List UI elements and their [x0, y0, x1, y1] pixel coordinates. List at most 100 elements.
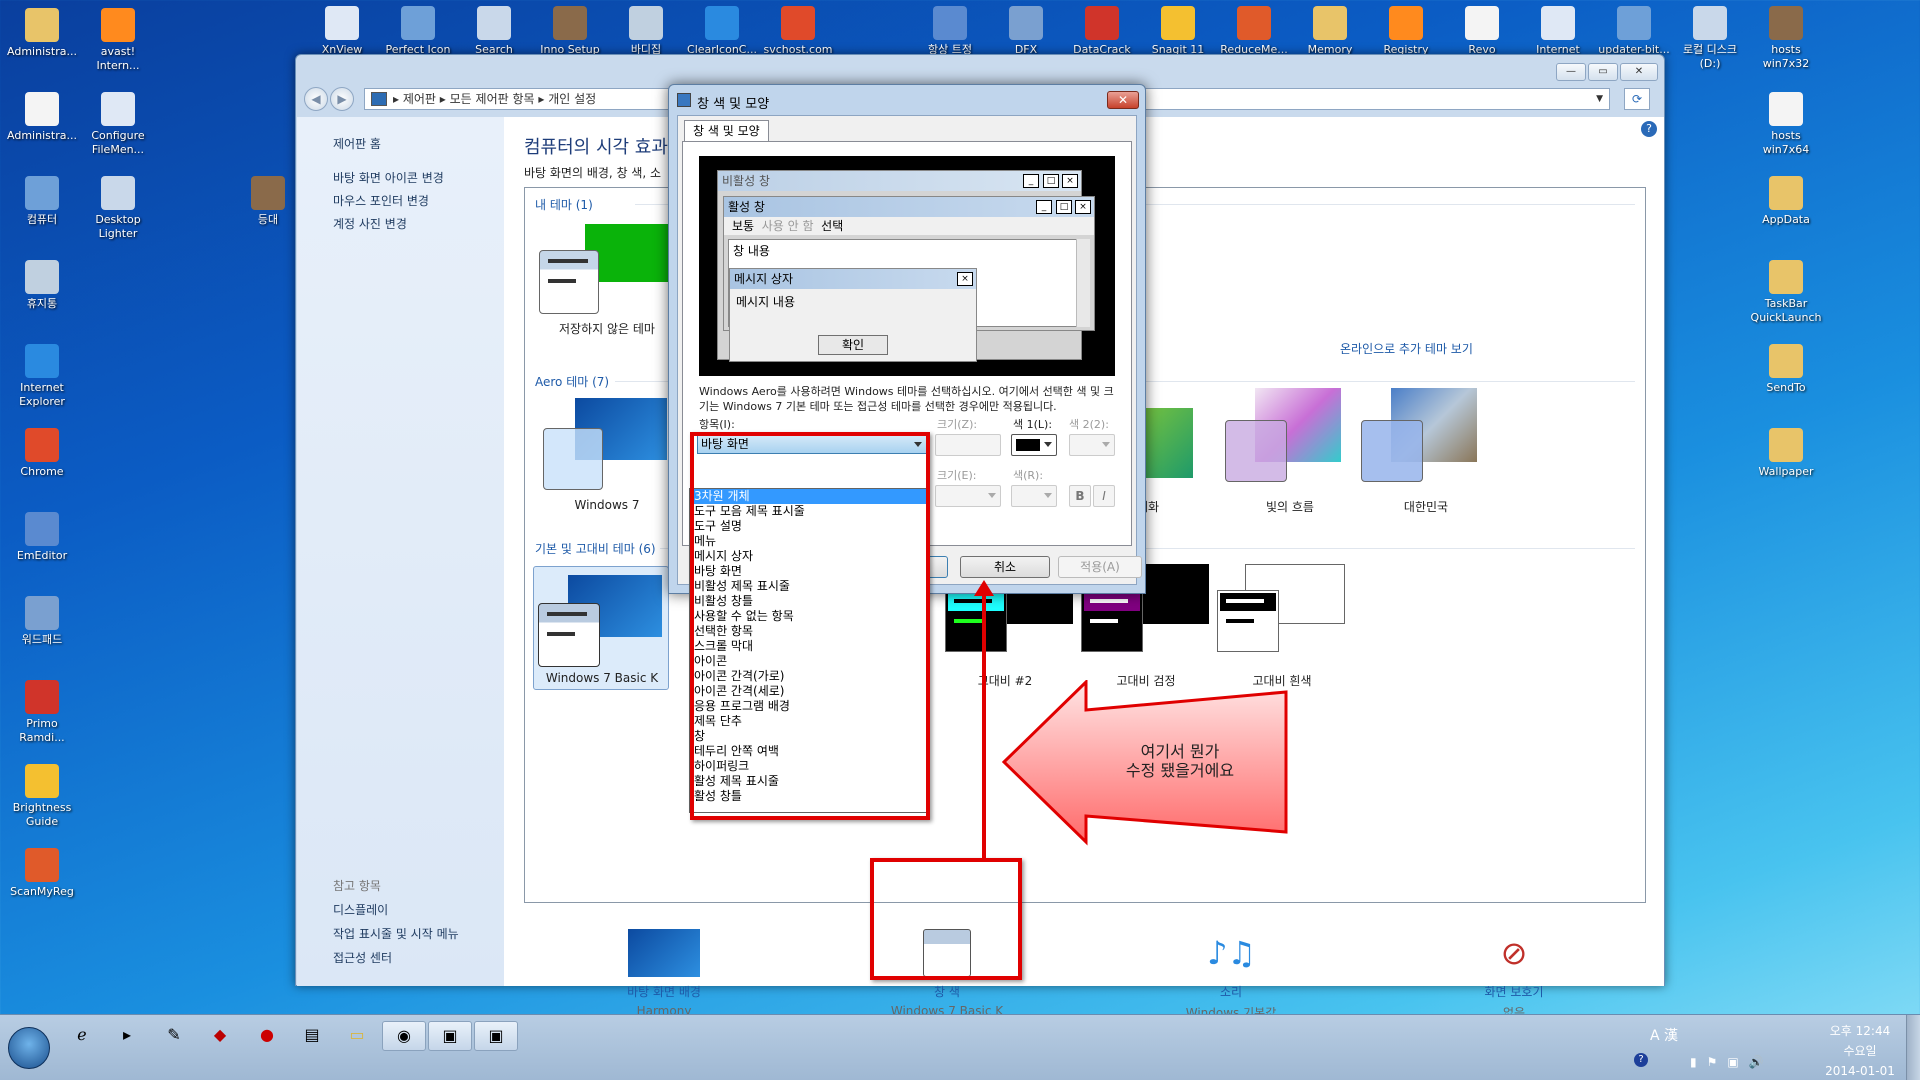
desktop-icon[interactable]: Primo Ramdi... [0, 680, 84, 745]
dropdown-option[interactable]: 3차원 개체 [690, 489, 926, 504]
dropdown-option[interactable]: 스크롤 막대 [690, 639, 926, 654]
desktop-icon[interactable]: SendTo [1744, 344, 1828, 395]
desktop-icon[interactable]: Memory [1288, 6, 1372, 57]
font-color-picker[interactable] [1011, 485, 1057, 507]
theme-hc-white[interactable]: 고대비 흰색 [1217, 564, 1347, 688]
desktop-icon[interactable]: DFX [984, 6, 1068, 57]
desktop-icon[interactable]: Revo [1440, 6, 1524, 57]
desktop-icon[interactable]: avast! Intern... [76, 8, 160, 73]
apply-button[interactable]: 적용(A) [1058, 556, 1142, 578]
dialog-close-button[interactable]: ✕ [1107, 91, 1139, 109]
desktop-icon[interactable]: ClearIconC... [680, 6, 764, 57]
desktop-icon[interactable]: updater-bit... [1592, 6, 1676, 57]
taskbar-explorer-icon[interactable]: ▭ [335, 1021, 379, 1051]
breadcrumb-item[interactable]: 모든 제어판 항목 [450, 92, 535, 106]
chevron-down-icon[interactable]: ▼ [1596, 89, 1603, 109]
desktop-icon[interactable]: Administra... [0, 8, 84, 59]
color2-picker[interactable] [1069, 434, 1115, 456]
close-button[interactable]: ✕ [1620, 63, 1658, 81]
dropdown-option[interactable]: 활성 제목 표시줄 [690, 774, 926, 789]
help-icon[interactable]: ? [1634, 1053, 1648, 1067]
desktop-icon[interactable]: Brightness Guide [0, 764, 84, 829]
desktop-icon[interactable]: Wallpaper [1744, 428, 1828, 479]
help-icon[interactable]: ? [1641, 121, 1657, 137]
desktop-icon[interactable]: Internet Explorer [0, 344, 84, 409]
desktop-icon[interactable]: Chrome [0, 428, 84, 479]
dropdown-option[interactable]: 아이콘 간격(가로) [690, 669, 926, 684]
taskbar-rdp-icon[interactable]: ▣ [428, 1021, 472, 1051]
refresh-icon[interactable]: ⟳ [1624, 88, 1650, 110]
dropdown-option[interactable]: 사용할 수 없는 항목 [690, 609, 926, 624]
theme-korea[interactable]: 대한민국 [1361, 388, 1491, 516]
italic-button[interactable]: I [1093, 485, 1115, 507]
taskbar-powershell-icon[interactable]: ▸ [105, 1021, 149, 1051]
preview-area[interactable]: 비활성 창 _ □ × 활성 창 _ □ × 보통 사용 안 함 선택 창 내용 메시지… [699, 156, 1115, 376]
cancel-button[interactable]: 취소 [960, 556, 1050, 578]
dropdown-option[interactable]: 아이콘 간격(세로) [690, 684, 926, 699]
link-account-picture[interactable]: 계정 사진 변경 [333, 215, 407, 232]
desktop-icon[interactable]: Search [452, 6, 536, 57]
dropdown-option[interactable]: 응용 프로그램 배경 [690, 699, 926, 714]
desktop-icon[interactable]: 휴지통 [0, 260, 84, 311]
dropdown-option[interactable]: 선택한 항목 [690, 624, 926, 639]
desktop-icon[interactable]: Configure FileMen... [76, 92, 160, 157]
link-ease-of-access[interactable]: 접근성 센터 [333, 949, 392, 966]
font-size-select[interactable] [935, 485, 1001, 507]
desktop-icon[interactable]: ScanMyReg [0, 848, 84, 899]
online-themes-link[interactable]: 온라인으로 추가 테마 보기 [1340, 340, 1473, 357]
desktop-icon[interactable]: svchost.com [756, 6, 840, 57]
dropdown-option[interactable]: 하이퍼링크 [690, 759, 926, 774]
desktop-icon[interactable]: XnView [300, 6, 384, 57]
theme-windows7[interactable]: Windows 7 [539, 398, 675, 516]
breadcrumb-item[interactable]: 개인 설정 [548, 92, 596, 106]
link-control-panel-home[interactable]: 제어판 홈 [333, 135, 381, 152]
desktop-icon[interactable]: Perfect Icon [376, 6, 460, 57]
desktop-icon[interactable]: hosts win7x64 [1744, 92, 1828, 157]
minimize-button[interactable]: — [1556, 63, 1586, 81]
maximize-button[interactable]: ▭ [1588, 63, 1618, 81]
dropdown-option[interactable]: 아이콘 [690, 654, 926, 669]
taskbar-control-panel-icon[interactable]: ▣ [474, 1021, 518, 1051]
desktop-icon[interactable]: TaskBar QuickLaunch [1744, 260, 1828, 325]
screensaver-item[interactable]: ⊘ 화면 보호기 없음 [1434, 929, 1594, 1021]
desktop-icon[interactable]: Desktop Lighter [76, 176, 160, 241]
dropdown-option[interactable]: 도구 설명 [690, 519, 926, 534]
bold-button[interactable]: B [1069, 485, 1091, 507]
show-desktop-button[interactable] [1906, 1015, 1920, 1080]
desktop-icon[interactable]: DataCrack [1060, 6, 1144, 57]
desktop-icon[interactable]: Internet [1516, 6, 1600, 57]
color1-picker[interactable] [1011, 434, 1057, 456]
link-desktop-icons[interactable]: 바탕 화면 아이콘 변경 [333, 169, 444, 186]
dropdown-option[interactable]: 바탕 화면 [690, 564, 926, 579]
desktop-icon[interactable]: 항상 트정 [908, 6, 992, 57]
desktop-icon[interactable]: 로컬 디스크 (D:) [1668, 6, 1752, 71]
link-display[interactable]: 디스플레이 [333, 901, 388, 918]
theme-unsaved[interactable]: 저장하지 않은 테마 [539, 218, 675, 338]
desktop-icon[interactable]: 워드패드 [0, 596, 84, 647]
start-button[interactable] [8, 1027, 50, 1069]
desktop-icon[interactable]: 바디집 [604, 6, 688, 57]
taskbar-bug-icon[interactable]: ● [245, 1021, 289, 1051]
breadcrumb-item[interactable]: 제어판 [403, 92, 436, 106]
dropdown-option[interactable]: 비활성 제목 표시줄 [690, 579, 926, 594]
desktop-icon[interactable]: ReduceMe... [1212, 6, 1296, 57]
desktop-icon[interactable]: EmEditor [0, 512, 84, 563]
desktop-icon[interactable]: hosts win7x32 [1744, 6, 1828, 71]
item-select[interactable]: 바탕 화면 [697, 434, 927, 454]
taskbar-wordpad-icon[interactable]: ▤ [290, 1021, 334, 1051]
tab-window-color[interactable]: 창 색 및 모양 [684, 120, 769, 142]
taskbar-chrome-icon[interactable]: ◉ [382, 1021, 426, 1051]
dropdown-option[interactable]: 테두리 안쪽 여백 [690, 744, 926, 759]
theme-basic-k-selected[interactable]: Windows 7 Basic K [533, 566, 669, 690]
tray-icons[interactable]: ▮⚑▣🔊 [1690, 1055, 1774, 1069]
desktop-background-item[interactable]: 바탕 화면 배경 Harmony [584, 929, 744, 1018]
dropdown-option[interactable]: 도구 모음 제목 표시줄 [690, 504, 926, 519]
dropdown-option[interactable]: 활성 창틀 [690, 789, 926, 804]
theme-light-flow[interactable]: 빛의 흐름 [1225, 388, 1355, 516]
dropdown-option[interactable]: 제목 단추 [690, 714, 926, 729]
desktop-icon[interactable]: Inno Setup [528, 6, 612, 57]
taskbar-ie-icon[interactable]: ℯ [60, 1021, 104, 1051]
desktop-icon[interactable]: 컴퓨터 [0, 176, 84, 227]
desktop-icon[interactable]: Snagit 11 [1136, 6, 1220, 57]
dropdown-option[interactable]: 비활성 창틀 [690, 594, 926, 609]
